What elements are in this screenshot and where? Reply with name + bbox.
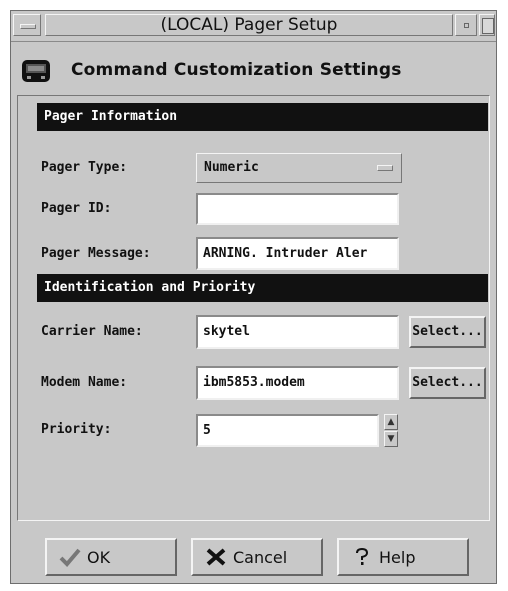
pager-setup-window: (LOCAL) Pager Setup Command Customizatio…	[10, 10, 497, 584]
header-title: Command Customization Settings	[71, 60, 402, 80]
button-row: OK Cancel Help	[11, 521, 496, 583]
pager-type-value: Numeric	[204, 160, 259, 175]
pager-type-label: Pager Type:	[41, 160, 128, 175]
priority-label: Priority:	[41, 422, 112, 437]
minimize-icon	[464, 23, 469, 28]
help-button[interactable]: Help	[337, 538, 469, 576]
carrier-name-input[interactable]: skytel	[196, 315, 399, 349]
pager-message-label: Pager Message:	[41, 246, 151, 261]
ok-label: OK	[87, 548, 111, 567]
dialog-header: Command Customization Settings	[11, 55, 496, 89]
title-bar[interactable]: (LOCAL) Pager Setup	[11, 11, 496, 42]
maximize-icon	[482, 18, 494, 34]
maximize-button[interactable]	[479, 14, 495, 36]
modem-name-label: Modem Name:	[41, 375, 128, 390]
help-label: Help	[379, 548, 416, 567]
minimize-button[interactable]	[455, 14, 477, 36]
modem-name-input[interactable]: ibm5853.modem	[196, 366, 399, 400]
pager-message-input[interactable]: ARNING. Intruder Aler	[196, 237, 399, 270]
priority-decrement-button[interactable]: ▼	[384, 431, 398, 447]
section-pager-information: Pager Information	[37, 103, 488, 131]
option-menu-indicator-icon	[377, 165, 393, 171]
x-icon	[206, 548, 226, 566]
ok-button[interactable]: OK	[45, 538, 177, 576]
menu-bar-icon	[20, 24, 36, 29]
question-icon	[356, 547, 369, 565]
window-title: (LOCAL) Pager Setup	[45, 14, 453, 36]
checkmark-icon	[59, 548, 81, 567]
cancel-button[interactable]: Cancel	[191, 538, 323, 576]
carrier-name-label: Carrier Name:	[41, 324, 143, 339]
window-menu-button[interactable]	[13, 14, 41, 36]
section-identification-priority: Identification and Priority	[37, 274, 488, 302]
modem-select-button[interactable]: Select...	[409, 367, 486, 399]
cancel-label: Cancel	[233, 548, 288, 567]
priority-increment-button[interactable]: ▲	[384, 414, 398, 430]
pager-id-label: Pager ID:	[41, 201, 112, 216]
carrier-select-button[interactable]: Select...	[409, 316, 486, 348]
pager-type-dropdown[interactable]: Numeric	[196, 153, 402, 183]
pager-icon	[22, 60, 50, 82]
priority-input[interactable]: 5	[196, 414, 379, 447]
pager-id-input[interactable]	[196, 193, 399, 225]
